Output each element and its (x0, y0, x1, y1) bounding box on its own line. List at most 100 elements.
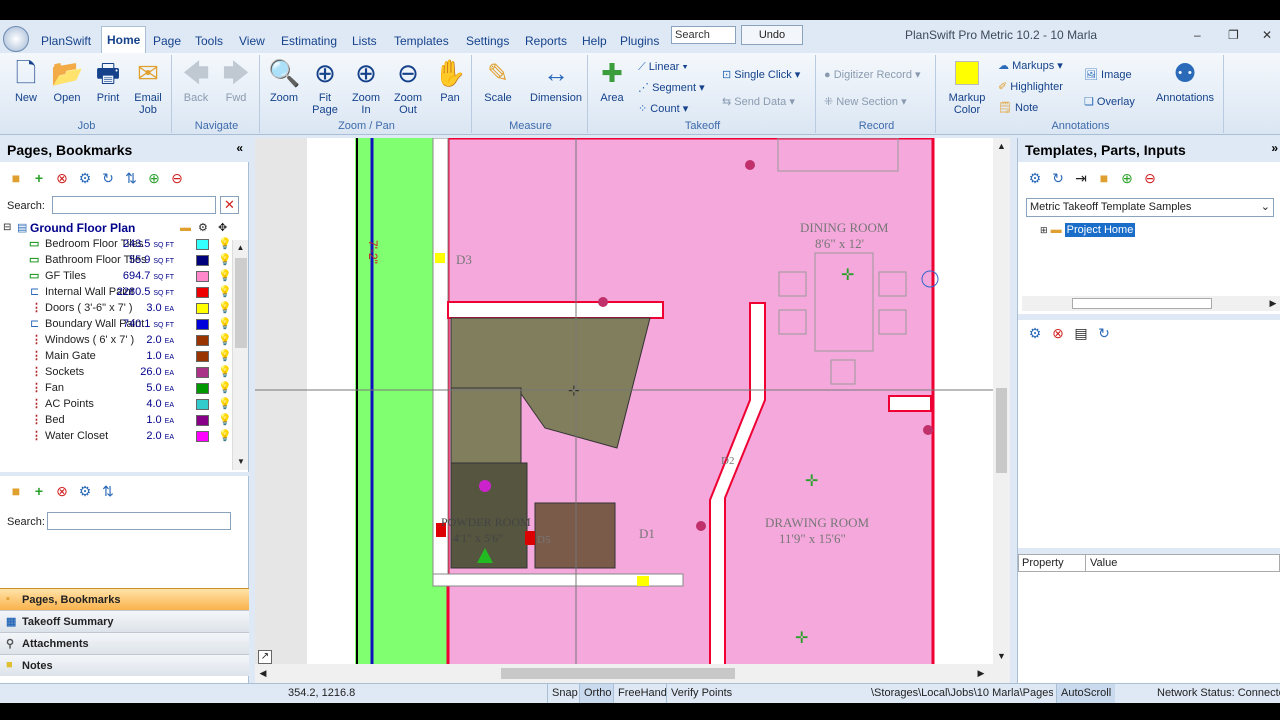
lightbulb-icon[interactable]: 💡 (218, 428, 232, 444)
refresh-icon[interactable]: ↻ (1095, 324, 1113, 342)
new-folder-icon[interactable]: ■ (1095, 169, 1113, 187)
undo-button[interactable]: Undo (741, 25, 803, 45)
pan-button[interactable]: ✋ Pan (428, 57, 472, 104)
menu-help[interactable]: Help (582, 32, 607, 50)
gear-icon[interactable]: ⚙ (1026, 169, 1044, 187)
scroll-down-icon[interactable]: ▼ (993, 648, 1010, 664)
nav-pages-bookmarks[interactable]: ▪ Pages, Bookmarks (0, 588, 249, 610)
folder-icon[interactable]: ■ (7, 169, 25, 187)
image-button[interactable]: 🖼 Image (1084, 67, 1132, 83)
area-button[interactable]: ✚ Area (590, 57, 634, 104)
color-swatch[interactable] (196, 239, 209, 250)
snap-toggle[interactable]: Snap (547, 684, 582, 703)
fit-page-button[interactable]: ⊕ Fit Page (303, 57, 347, 116)
annotations-button[interactable]: ⚉ Annotations (1152, 57, 1218, 104)
menu-plugins[interactable]: Plugins (620, 32, 659, 50)
tree-item[interactable]: ▭ Bathroom Floor Tiles 55.9 SQ FT 💡 (0, 252, 232, 268)
back-button[interactable]: 🡄 Back (174, 57, 218, 104)
expand-icon[interactable]: ⊞ (1040, 225, 1048, 235)
tree-item[interactable]: ⋮ Fan 5.0 EA 💡 (0, 380, 232, 396)
template-hscroll[interactable]: ▶ (1022, 296, 1280, 311)
remove-circle-icon[interactable]: ⊖ (168, 169, 186, 187)
color-swatch[interactable] (196, 255, 209, 266)
verify-points-toggle[interactable]: Verify Points (666, 684, 737, 703)
color-swatch[interactable] (196, 431, 209, 442)
template-select[interactable]: Metric Takeoff Template Samples ⌄ (1026, 198, 1274, 217)
add-icon[interactable]: + (30, 169, 48, 187)
minimize-icon[interactable]: – (1194, 28, 1201, 42)
scroll-left-icon[interactable]: ◀ (255, 664, 271, 683)
menu-home[interactable]: Home (101, 26, 147, 53)
settings-small-icon[interactable]: ⚙ (198, 220, 208, 236)
markup-color-button[interactable]: Markup Color (944, 57, 990, 116)
tree-item[interactable]: ⋮ Sockets 26.0 EA 💡 (0, 364, 232, 380)
zoom-in-button[interactable]: ⊕ Zoom In (344, 57, 388, 116)
lightbulb-icon[interactable]: 💡 (218, 316, 232, 332)
app-logo-icon[interactable] (3, 26, 29, 52)
scroll-thumb[interactable] (235, 258, 247, 348)
tree-vscroll[interactable]: ▲ ▼ (232, 240, 248, 470)
lightbulb-icon[interactable]: 💡 (218, 364, 232, 380)
lightbulb-icon[interactable]: 💡 (218, 252, 232, 268)
count-button[interactable]: ⁘ Count ▾ (638, 101, 688, 117)
lightbulb-icon[interactable]: 💡 (218, 332, 232, 348)
new-button[interactable]: 🗋 New (4, 57, 48, 104)
tree-item[interactable]: ▭ GF Tiles 694.7 SQ FT 💡 (0, 268, 232, 284)
lightbulb-icon[interactable]: 💡 (218, 412, 232, 428)
color-swatch[interactable] (196, 415, 209, 426)
linear-button[interactable]: ⟋ Linear ▾ (638, 59, 688, 75)
autoscroll-toggle[interactable]: AutoScroll (1056, 684, 1116, 703)
search-input[interactable]: Search (671, 26, 736, 44)
add-circle-icon[interactable]: ⊕ (1118, 169, 1136, 187)
scroll-right-icon[interactable]: ▶ (973, 664, 989, 683)
menu-planswift[interactable]: PlanSwift (41, 32, 91, 50)
color-swatch[interactable] (196, 367, 209, 378)
color-swatch[interactable] (196, 287, 209, 298)
send-data-button[interactable]: ⇆ Send Data ▾ (722, 94, 795, 110)
collapse-left-icon[interactable]: « (236, 141, 243, 155)
single-click-button[interactable]: ⊡ Single Click ▾ (722, 67, 800, 83)
zoom-button[interactable]: 🔍 Zoom (262, 57, 306, 104)
highlighter-button[interactable]: ✐ Highlighter (998, 79, 1063, 95)
overlay-button[interactable]: ❏ Overlay (1084, 94, 1135, 110)
tree-item[interactable]: ⊏ Internal Wall Paint 2280.5 SQ FT 💡 (0, 284, 232, 300)
collapse-right-icon[interactable]: » (1271, 141, 1278, 155)
tree-item[interactable]: ⋮ Main Gate 1.0 EA 💡 (0, 348, 232, 364)
freehand-toggle[interactable]: FreeHand (613, 684, 671, 703)
collapse-icon[interactable]: ⊟ (3, 220, 11, 236)
folder-icon[interactable]: ■ (7, 482, 25, 500)
dimension-button[interactable]: ↔ Dimension (526, 57, 586, 104)
refresh-icon[interactable]: ↻ (1049, 169, 1067, 187)
lightbulb-icon[interactable]: 💡 (218, 268, 232, 284)
tree-item[interactable]: ⋮ Bed 1.0 EA 💡 (0, 412, 232, 428)
color-swatch[interactable] (196, 399, 209, 410)
canvas-hscroll[interactable]: ◀ ▶ (255, 664, 993, 683)
print-button[interactable]: 🖶 Print (86, 57, 130, 104)
menu-estimating[interactable]: Estimating (281, 32, 337, 50)
lightbulb-icon[interactable]: 💡 (218, 348, 232, 364)
color-swatch[interactable] (196, 351, 209, 362)
tree-item[interactable]: ⊏ Boundary Wall Paint 740.1 SQ FT 💡 (0, 316, 232, 332)
canvas-vscroll-thumb[interactable] (996, 388, 1007, 473)
clear-search-icon[interactable]: ✕ (220, 196, 239, 214)
scroll-up-icon[interactable]: ▲ (993, 138, 1010, 154)
markups-button[interactable]: ☁ Markups ▾ (998, 58, 1063, 74)
menu-settings[interactable]: Settings (466, 32, 509, 50)
lightbulb-icon[interactable]: 💡 (218, 300, 232, 316)
canvas-hscroll-thumb[interactable] (501, 668, 735, 679)
color-swatch[interactable] (196, 271, 209, 282)
color-swatch[interactable] (196, 383, 209, 394)
template-hscroll-thumb[interactable] (1072, 298, 1212, 309)
color-swatch[interactable] (196, 335, 209, 346)
lightbulb-icon[interactable]: 💡 (218, 380, 232, 396)
fwd-button[interactable]: 🡆 Fwd (214, 57, 258, 104)
new-section-button[interactable]: ⁜ New Section ▾ (824, 94, 907, 110)
sort-icon[interactable]: ⇅ (99, 482, 117, 500)
scroll-up-icon[interactable]: ▲ (233, 240, 248, 256)
menu-view[interactable]: View (239, 32, 265, 50)
gear-icon[interactable]: ⚙ (1026, 324, 1044, 342)
canvas-vscroll[interactable]: ▲ ▼ (993, 138, 1010, 683)
sort-icon[interactable]: ⇅ (122, 169, 140, 187)
delete-icon[interactable]: ⊗ (53, 482, 71, 500)
menu-page[interactable]: Page (153, 32, 181, 50)
